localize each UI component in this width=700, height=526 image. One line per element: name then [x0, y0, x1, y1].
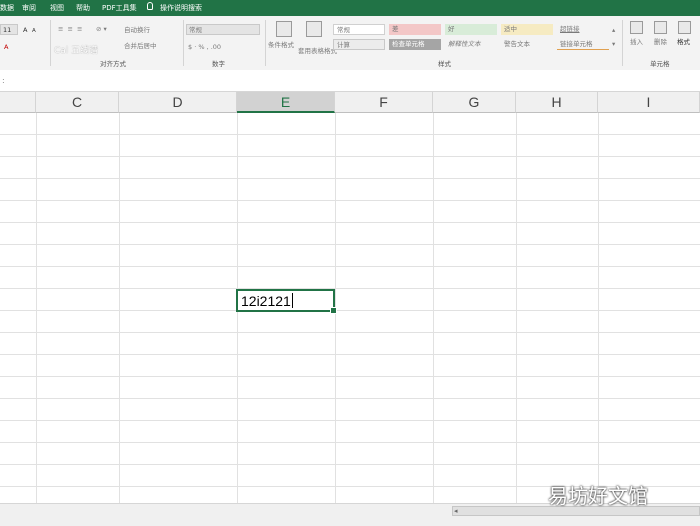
conditional-format-icon[interactable] [276, 21, 292, 37]
table-format-button[interactable]: 套用表格格式 [298, 47, 337, 55]
lightbulb-icon [147, 2, 153, 10]
active-cell-e[interactable]: 12i2121 [236, 289, 337, 314]
gridline [0, 222, 700, 223]
gridline [0, 398, 700, 399]
formula-bar-edge-icon: : [2, 76, 5, 85]
column-header-i[interactable]: I [598, 92, 700, 113]
tab-review[interactable]: 审阅 [22, 3, 36, 13]
styles-more-icon[interactable]: ▾ [612, 40, 615, 48]
group-label-number: 数字 [212, 60, 225, 68]
ribbon-divider [50, 20, 51, 66]
font-color-button[interactable]: A [4, 43, 8, 51]
formula-bar[interactable]: : [0, 70, 700, 92]
tell-me-search[interactable]: 操作说明搜索 [160, 3, 202, 13]
style-calculation[interactable]: 计算 [333, 39, 385, 50]
format-icon[interactable] [678, 21, 691, 34]
delete-icon[interactable] [654, 21, 667, 34]
gridline [0, 200, 700, 201]
shrink-font-button[interactable]: A [32, 27, 36, 35]
gridline [0, 310, 700, 311]
styles-scroll-icon[interactable]: ▴ [612, 26, 615, 34]
tab-help[interactable]: 帮助 [76, 3, 90, 13]
conditional-format-button[interactable]: 条件格式 [268, 41, 294, 49]
gridline [119, 113, 120, 503]
gridline [0, 156, 700, 157]
group-label-styles: 样式 [438, 60, 451, 68]
style-good[interactable]: 好 [445, 24, 497, 35]
gridline [0, 464, 700, 465]
group-label-cells: 单元格 [650, 60, 670, 68]
group-label-alignment: 对齐方式 [100, 60, 126, 68]
gridline [598, 113, 599, 503]
ribbon-divider [622, 20, 623, 66]
gridline [0, 420, 700, 421]
align-lines-icon[interactable]: ≡ ≡ ≡ [58, 25, 83, 33]
style-hyperlink[interactable]: 超链接 [557, 24, 609, 35]
column-header-partial[interactable] [0, 92, 36, 113]
gridline [36, 113, 37, 503]
text-cursor [291, 293, 293, 308]
gridline [0, 134, 700, 135]
tab-view[interactable]: 视图 [50, 3, 64, 13]
insert-icon[interactable] [630, 21, 643, 34]
number-format-select[interactable]: 常规 [186, 24, 260, 35]
ribbon-divider [265, 20, 266, 66]
gridline [0, 288, 700, 289]
column-header-f[interactable]: F [335, 92, 433, 113]
gridline [0, 332, 700, 333]
merge-center-button[interactable]: 合并后居中 [124, 42, 157, 50]
column-header-g[interactable]: G [433, 92, 516, 113]
wrap-text-button[interactable]: 自动换行 [124, 26, 150, 34]
gridline [0, 442, 700, 443]
delete-button[interactable]: 删除 [654, 38, 667, 46]
cell-edit-text[interactable]: 12i2121 [241, 293, 293, 310]
watermark: 易坊好文馆 [548, 484, 648, 508]
gridline [0, 178, 700, 179]
gridline [433, 113, 434, 503]
table-format-icon[interactable] [306, 21, 322, 37]
ribbon-overlay-text: Cal 五线谱 [54, 46, 99, 56]
style-normal[interactable]: 常规 [333, 24, 385, 35]
tab-pdf-tools[interactable]: PDF工具集 [102, 3, 137, 13]
column-header-d[interactable]: D [119, 92, 237, 113]
gridline [0, 266, 700, 267]
column-header-e[interactable]: E [237, 92, 335, 113]
scroll-left-icon[interactable]: ◂ [454, 507, 458, 515]
column-header-c[interactable]: C [36, 92, 119, 113]
style-warning[interactable]: 警告文本 [501, 39, 553, 50]
gridline [0, 354, 700, 355]
ribbon: 11 A A A Cal 五线谱 ≡ ≡ ≡ ⊘ ▾ 自动换行 合并后居中 对齐… [0, 16, 700, 71]
accounting-format-icon[interactable]: $ · % , .00 [188, 43, 221, 51]
style-check-cell[interactable]: 检查单元格 [389, 39, 441, 50]
font-size-select[interactable]: 11 [0, 24, 18, 35]
tab-data[interactable]: 数据 [0, 3, 14, 13]
gridline [0, 244, 700, 245]
format-button[interactable]: 格式 [677, 38, 690, 46]
gridline [0, 376, 700, 377]
fill-handle[interactable] [330, 307, 337, 314]
style-bad[interactable]: 差 [389, 24, 441, 35]
column-header-h[interactable]: H [516, 92, 598, 113]
ribbon-tab-bar: 数据 审阅 视图 帮助 PDF工具集 操作说明搜索 [0, 0, 700, 16]
gridline [516, 113, 517, 503]
style-neutral[interactable]: 适中 [501, 24, 553, 35]
style-linked-cell[interactable]: 链接单元格 [557, 39, 609, 50]
grow-font-button[interactable]: A [23, 26, 27, 34]
style-explanatory[interactable]: 解释性文本 [445, 39, 497, 50]
worksheet-grid[interactable] [0, 113, 700, 503]
insert-button[interactable]: 插入 [630, 38, 643, 46]
orientation-icon[interactable]: ⊘ ▾ [96, 25, 107, 33]
ribbon-divider [183, 20, 184, 66]
